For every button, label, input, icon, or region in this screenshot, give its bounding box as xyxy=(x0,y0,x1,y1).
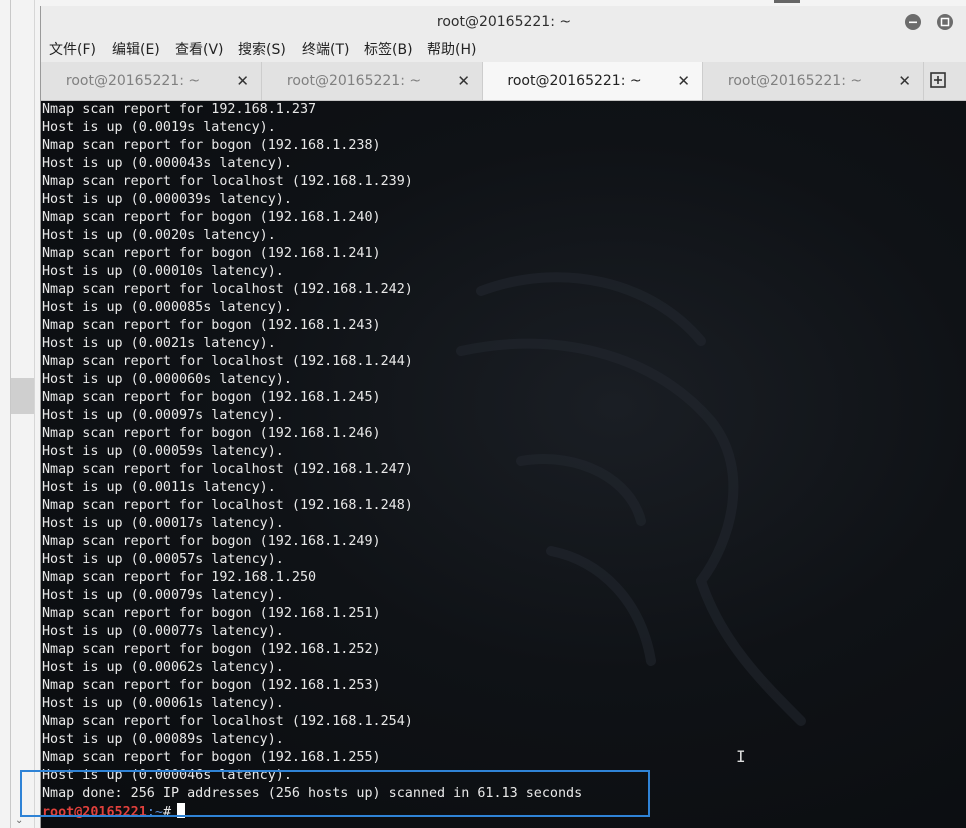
tab-label: root@20165221: ~ xyxy=(286,73,422,89)
tab-3-active[interactable]: root@20165221: ~ ✕ xyxy=(483,62,703,100)
menu-search[interactable]: 搜索(S) xyxy=(238,40,286,60)
minimize-icon xyxy=(909,21,917,24)
terminal-line: Host is up (0.00010s latency). xyxy=(42,264,284,279)
tab-bar: root@20165221: ~ ✕ root@20165221: ~ ✕ ro… xyxy=(41,62,966,101)
title-bar[interactable]: root@20165221: ~ xyxy=(41,6,966,38)
terminal-output: Nmap scan report for 192.168.1.237 Host i… xyxy=(42,101,582,821)
terminal-line: Nmap scan report for bogon (192.168.1.25… xyxy=(42,678,381,693)
terminal-line: Host is up (0.00079s latency). xyxy=(42,588,284,603)
terminal-line: Host is up (0.0011s latency). xyxy=(42,480,276,495)
minimize-button[interactable] xyxy=(905,14,921,30)
terminal-line: Nmap scan report for bogon (192.168.1.24… xyxy=(42,390,381,405)
tab-label: root@20165221: ~ xyxy=(507,73,642,89)
background-divider xyxy=(10,0,11,828)
terminal-window: root@20165221: ~ 文件(F) 编辑(E) 查看(V) 搜索(S)… xyxy=(40,6,966,828)
terminal-line: Host is up (0.00057s latency). xyxy=(42,552,284,567)
tab-label: root@20165221: ~ xyxy=(65,73,201,89)
terminal-area[interactable]: Nmap scan report for 192.168.1.237 Host i… xyxy=(41,101,966,828)
terminal-line: Host is up (0.000043s latency). xyxy=(42,156,292,171)
tab-1[interactable]: root@20165221: ~ ✕ xyxy=(41,62,262,100)
tab-close-button[interactable]: ✕ xyxy=(236,62,249,100)
terminal-line: Host is up (0.000039s latency). xyxy=(42,192,292,207)
terminal-line: Host is up (0.00061s latency). xyxy=(42,696,284,711)
menu-bar: 文件(F) 编辑(E) 查看(V) 搜索(S) 终端(T) 标签(B) 帮助(H… xyxy=(41,38,966,62)
terminal-line: Nmap scan report for localhost (192.168.… xyxy=(42,462,413,477)
terminal-line: Nmap scan report for localhost (192.168.… xyxy=(42,174,413,189)
background-toolbar-sliver xyxy=(774,0,800,3)
tab-close-button[interactable]: ✕ xyxy=(898,62,911,100)
maximize-button[interactable] xyxy=(937,14,953,30)
terminal-line: Host is up (0.00059s latency). xyxy=(42,444,284,459)
terminal-line: Host is up (0.00077s latency). xyxy=(42,624,284,639)
background-scrollbar-thumb[interactable] xyxy=(11,378,34,414)
terminal-line: Nmap scan report for localhost (192.168.… xyxy=(42,282,413,297)
terminal-line: Host is up (0.00097s latency). xyxy=(42,408,284,423)
terminal-line: Host is up (0.0019s latency). xyxy=(42,120,276,135)
new-tab-icon xyxy=(930,72,946,88)
background-divider xyxy=(34,0,35,828)
terminal-line: Nmap scan report for localhost (192.168.… xyxy=(42,498,413,513)
terminal-line: Nmap scan report for localhost (192.168.… xyxy=(42,714,413,729)
terminal-line: Nmap scan report for bogon (192.168.1.24… xyxy=(42,318,381,333)
terminal-line: Host is up (0.000085s latency). xyxy=(42,300,292,315)
window-title: root@20165221: ~ xyxy=(436,14,572,30)
annotation-highlight-box xyxy=(20,770,650,817)
text-cursor-icon: I xyxy=(736,747,746,766)
menu-help[interactable]: 帮助(H) xyxy=(427,40,476,60)
terminal-line: Host is up (0.00062s latency). xyxy=(42,660,284,675)
terminal-line: Nmap scan report for bogon (192.168.1.24… xyxy=(42,246,381,261)
terminal-line: Nmap scan report for 192.168.1.237 xyxy=(42,102,317,117)
terminal-line: Host is up (0.00017s latency). xyxy=(42,516,284,531)
menu-file[interactable]: 文件(F) xyxy=(49,40,96,60)
terminal-line: Host is up (0.0020s latency). xyxy=(42,228,276,243)
terminal-line: Nmap scan report for bogon (192.168.1.24… xyxy=(42,534,381,549)
terminal-line: Nmap scan report for bogon (192.168.1.25… xyxy=(42,750,381,765)
tab-close-button[interactable]: ✕ xyxy=(677,62,690,100)
tab-close-button[interactable]: ✕ xyxy=(457,62,470,100)
maximize-icon xyxy=(940,17,950,27)
background-app-strip: ⌄ xyxy=(0,0,40,828)
tab-2[interactable]: root@20165221: ~ ✕ xyxy=(262,62,483,100)
menu-edit[interactable]: 编辑(E) xyxy=(112,40,160,60)
terminal-line: Host is up (0.00089s latency). xyxy=(42,732,284,747)
menu-terminal[interactable]: 终端(T) xyxy=(302,40,349,60)
tab-4[interactable]: root@20165221: ~ ✕ xyxy=(703,62,924,100)
terminal-line: Nmap scan report for localhost (192.168.… xyxy=(42,354,413,369)
terminal-line: Host is up (0.0021s latency). xyxy=(42,336,276,351)
terminal-line: Nmap scan report for bogon (192.168.1.23… xyxy=(42,138,381,153)
terminal-line: Nmap scan report for bogon (192.168.1.25… xyxy=(42,606,381,621)
terminal-line: Nmap scan report for bogon (192.168.1.25… xyxy=(42,642,381,657)
tab-label: root@20165221: ~ xyxy=(727,73,863,89)
menu-view[interactable]: 查看(V) xyxy=(175,40,224,60)
new-tab-button[interactable] xyxy=(929,71,947,89)
terminal-line: Nmap scan report for bogon (192.168.1.24… xyxy=(42,210,381,225)
menu-tabs[interactable]: 标签(B) xyxy=(364,40,413,60)
terminal-line: Nmap scan report for bogon (192.168.1.24… xyxy=(42,426,381,441)
terminal-line: Host is up (0.000060s latency). xyxy=(42,372,292,387)
terminal-line: Nmap scan report for 192.168.1.250 xyxy=(42,570,317,585)
